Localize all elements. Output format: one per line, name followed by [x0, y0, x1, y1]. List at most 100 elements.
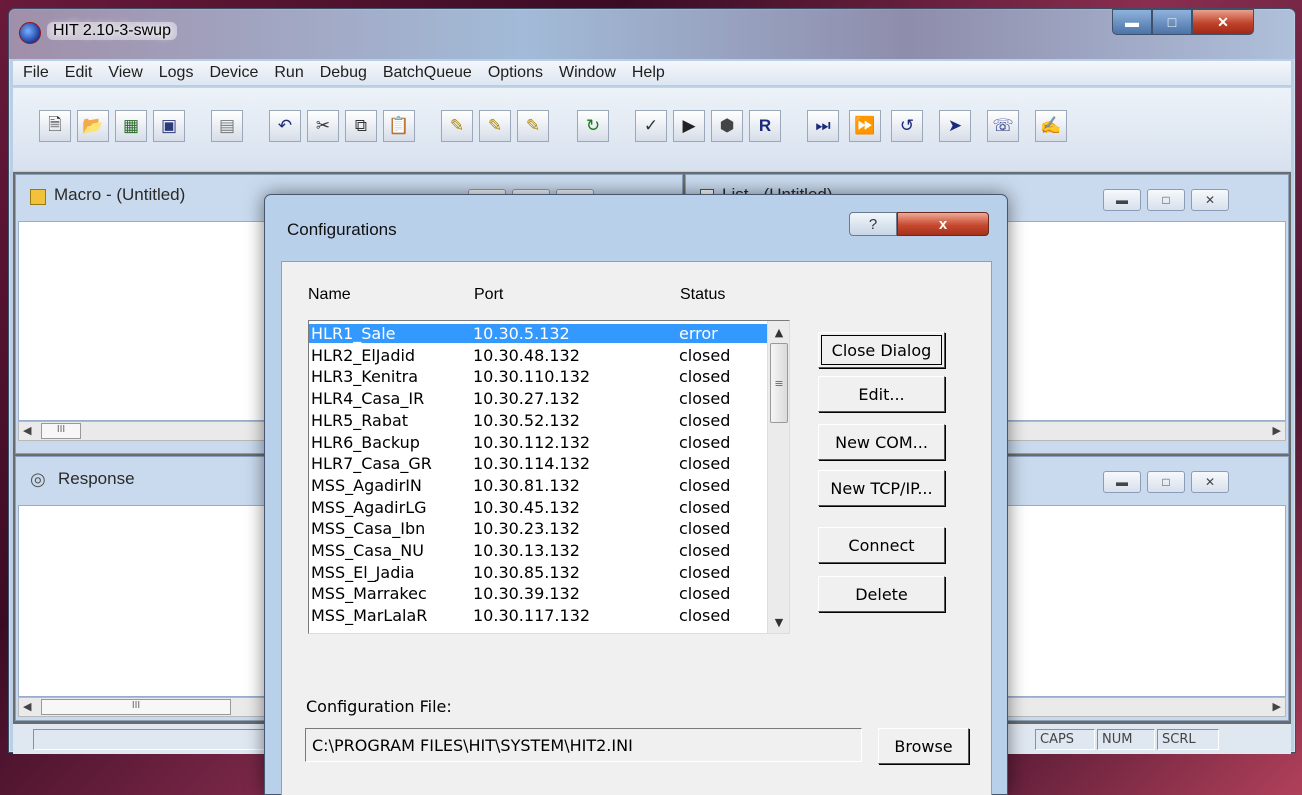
connect-button[interactable]: Connect — [818, 527, 945, 563]
list-row[interactable]: HLR3_Kenitra 10.30.110.132 closed — [309, 367, 767, 386]
stop-icon[interactable]: ⬢ — [711, 110, 743, 142]
device-icon[interactable]: ☏ — [987, 110, 1019, 142]
tool-a-icon[interactable]: ✎ — [441, 110, 473, 142]
menu-file[interactable]: File — [15, 64, 57, 82]
menu-view[interactable]: View — [100, 64, 150, 82]
list-row[interactable]: HLR5_Rabat 10.30.52.132 closed — [309, 411, 767, 430]
step-back-icon[interactable]: ↺ — [891, 110, 923, 142]
delete-button[interactable]: Delete — [818, 576, 945, 612]
menu-options[interactable]: Options — [480, 64, 551, 82]
menu-window[interactable]: Window — [551, 64, 624, 82]
row-port: 10.30.117.132 — [473, 606, 591, 626]
close-dialog-button[interactable]: Close Dialog — [818, 332, 945, 368]
list-row[interactable]: HLR7_Casa_GR 10.30.114.132 closed — [309, 454, 767, 473]
list-row[interactable]: MSS_Casa_Ibn 10.30.23.132 closed — [309, 519, 767, 538]
row-name: HLR6_Backup — [311, 432, 420, 452]
list-row[interactable]: HLR4_Casa_IR 10.30.27.132 closed — [309, 389, 767, 408]
menu-logs[interactable]: Logs — [151, 64, 202, 82]
edit-button[interactable]: Edit... — [818, 376, 945, 412]
scroll-left-icon[interactable]: ◀ — [23, 700, 31, 713]
menu-debug[interactable]: Debug — [312, 64, 375, 82]
list-scroll-thumb[interactable]: ≡ — [770, 343, 788, 423]
minimize-button[interactable]: ▬ — [1112, 9, 1152, 35]
response-scroll-thumb[interactable]: III — [41, 699, 231, 715]
row-port: 10.30.110.132 — [473, 367, 591, 387]
menu-edit[interactable]: Edit — [57, 64, 101, 82]
right-minimize-button[interactable]: ▬ — [1103, 471, 1141, 493]
menu-batchqueue[interactable]: BatchQueue — [375, 64, 480, 82]
cut-icon[interactable]: ✂ — [307, 110, 339, 142]
row-name: MSS_Casa_Ibn — [311, 519, 426, 539]
scroll-down-icon[interactable]: ▼ — [770, 613, 788, 631]
macro-window-title: Macro - (Untitled) — [54, 185, 186, 204]
column-header-port: Port — [474, 286, 504, 303]
tool-b-icon[interactable]: ✎ — [479, 110, 511, 142]
help-icon[interactable]: ✍ — [1035, 110, 1067, 142]
dialog-close-button[interactable]: x — [897, 212, 989, 236]
column-header-status: Status — [680, 286, 726, 303]
refresh-icon[interactable]: ↻ — [577, 110, 609, 142]
goto-icon[interactable]: ➤ — [939, 110, 971, 142]
new-file-icon[interactable]: 🗎 — [39, 110, 71, 142]
scroll-up-icon[interactable]: ▲ — [770, 323, 788, 341]
row-port: 10.30.114.132 — [473, 454, 591, 474]
list-row[interactable]: HLR1_Sale 10.30.5.132 error — [309, 324, 767, 343]
save-icon[interactable]: ▣ — [153, 110, 185, 142]
response-window-title: Response — [58, 469, 135, 488]
right-maximize-button[interactable]: □ — [1147, 471, 1185, 493]
close-button[interactable]: ✕ — [1192, 9, 1254, 35]
play-icon[interactable]: ▶ — [673, 110, 705, 142]
scroll-right-icon[interactable]: ▶ — [1273, 700, 1281, 713]
list-vscrollbar[interactable]: ▲ ≡ ▼ — [767, 321, 789, 633]
row-name: MSS_Casa_NU — [311, 541, 424, 560]
config-file-field[interactable]: C:\PROGRAM FILES\HIT\SYSTEM\HIT2.INI — [305, 728, 862, 762]
menu-run[interactable]: Run — [266, 64, 311, 82]
dialog-title: Configurations — [287, 220, 397, 239]
list-row[interactable]: MSS_Marrakec 10.30.39.132 closed — [309, 584, 767, 603]
menu-device[interactable]: Device — [201, 64, 266, 82]
row-status: closed — [679, 389, 731, 409]
title-bar[interactable]: HIT 2.10-3-swup ▬ □ ✕ — [9, 9, 1295, 59]
list-row[interactable]: MSS_AgadirLG 10.30.45.132 closed — [309, 498, 767, 517]
step-icon[interactable]: ⏭ — [807, 110, 839, 142]
help-button[interactable]: ? — [849, 212, 897, 236]
config-file-label: Configuration File: — [306, 697, 452, 716]
configurations-list[interactable]: HLR1_Sale 10.30.5.132 error HLR2_ElJadid 10.… — [308, 320, 790, 634]
row-status: closed — [679, 562, 731, 582]
copy-icon[interactable]: ⧉ — [345, 110, 377, 142]
scroll-right-icon[interactable]: ▶ — [1273, 424, 1281, 437]
spellcheck-icon[interactable]: ✓ — [635, 110, 667, 142]
row-name: HLR7_Casa_GR — [311, 454, 432, 474]
open-device-icon[interactable]: ▦ — [115, 110, 147, 142]
browse-button[interactable]: Browse — [878, 728, 969, 764]
list-row[interactable]: HLR6_Backup 10.30.112.132 closed — [309, 433, 767, 452]
right-close-button[interactable]: ✕ — [1191, 471, 1229, 493]
open-folder-icon[interactable]: 📂 — [77, 110, 109, 142]
app-icon[interactable] — [19, 22, 41, 44]
dialog-client: Name Port Status HLR1_Sale 10.30.5.132 err… — [281, 261, 992, 795]
list-row[interactable]: MSS_El_Jadia 10.30.85.132 closed — [309, 563, 767, 582]
row-port: 10.30.39.132 — [473, 584, 580, 604]
maximize-button[interactable]: □ — [1152, 9, 1192, 35]
response-icon: ◎ — [30, 469, 46, 489]
undo-icon[interactable]: ↶ — [269, 110, 301, 142]
new-tcpip-button[interactable]: New TCP/IP... — [818, 470, 945, 506]
scroll-left-icon[interactable]: ◀ — [23, 424, 31, 437]
new-com-button[interactable]: New COM... — [818, 424, 945, 460]
record-icon[interactable]: R — [749, 110, 781, 142]
row-status: closed — [679, 497, 731, 517]
step-multi-icon[interactable]: ⏩ — [849, 110, 881, 142]
list-row[interactable]: MSS_Casa_NU 10.30.13.132 closed — [309, 541, 767, 560]
row-name: HLR5_Rabat — [311, 410, 409, 430]
list-minimize-button[interactable]: ▬ — [1103, 189, 1141, 211]
paste-icon[interactable]: 📋 — [383, 110, 415, 142]
list-row[interactable]: MSS_MarLalaR 10.30.117.132 closed — [309, 606, 767, 625]
macro-scroll-thumb[interactable]: III — [41, 423, 81, 439]
list-row[interactable]: MSS_AgadirIN 10.30.81.132 closed — [309, 476, 767, 495]
log-icon[interactable]: ▤ — [211, 110, 243, 142]
list-maximize-button[interactable]: □ — [1147, 189, 1185, 211]
list-row[interactable]: HLR2_ElJadid 10.30.48.132 closed — [309, 346, 767, 365]
tool-c-icon[interactable]: ✎ — [517, 110, 549, 142]
menu-help[interactable]: Help — [624, 64, 673, 82]
list-close-button[interactable]: ✕ — [1191, 189, 1229, 211]
